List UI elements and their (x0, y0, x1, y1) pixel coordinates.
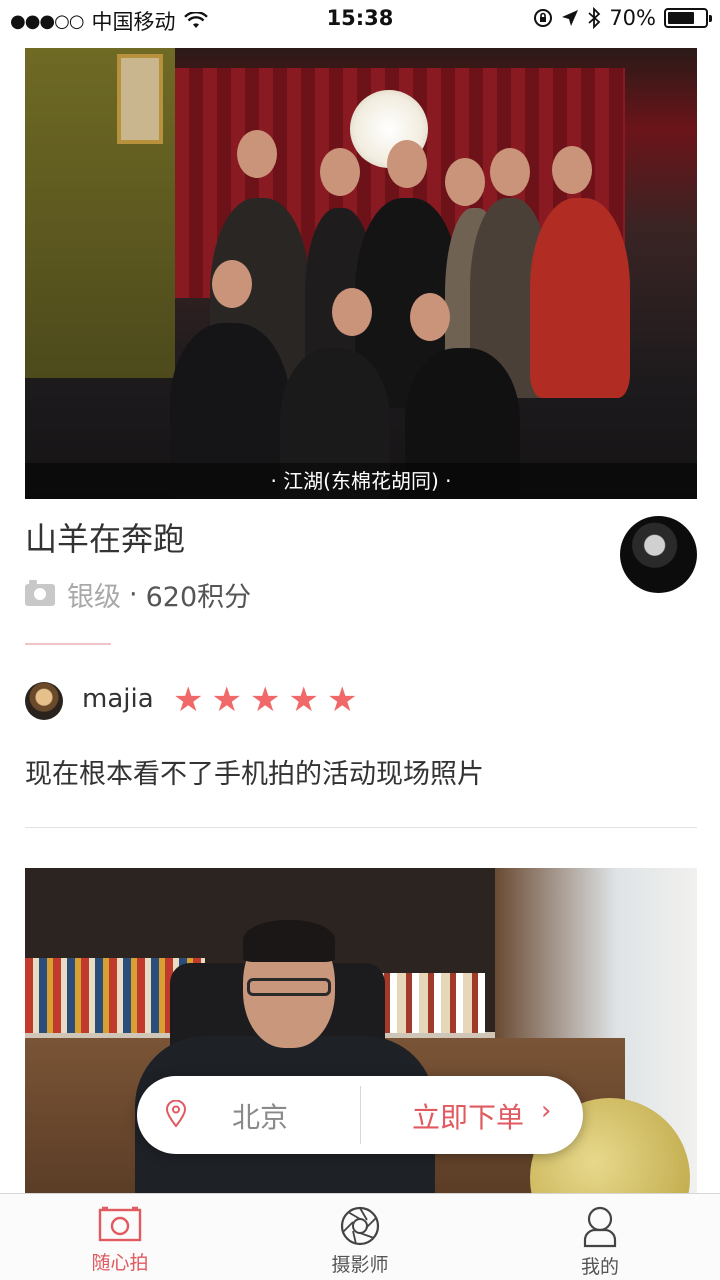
meta-separator: · (129, 579, 138, 610)
city-selector[interactable]: 北京 (232, 1096, 288, 1136)
star-icon: ★ (288, 680, 319, 720)
section-divider (25, 643, 111, 645)
battery-icon (664, 8, 712, 28)
tab-label: 我的 (580, 1256, 619, 1278)
location-pin-icon[interactable] (165, 1100, 187, 1128)
order-bar: 北京 立即下单 › (137, 1076, 583, 1154)
photographer-name[interactable]: 山羊在奔跑 (25, 514, 185, 560)
order-now-button[interactable]: 立即下单 (412, 1096, 524, 1136)
star-icon: ★ (173, 680, 204, 720)
camera-icon (25, 579, 55, 606)
order-bar-divider (360, 1086, 361, 1144)
photographer-level: 银级 (67, 582, 121, 613)
tab-photographers[interactable]: 摄影师 (280, 1194, 440, 1280)
chevron-right-icon: › (541, 1096, 552, 1126)
camera-frame-icon (98, 1206, 142, 1242)
rating-stars: ★ ★ ★ ★ ★ (173, 680, 357, 720)
status-bar: ●●●○○ 中国移动 15:38 70% (0, 0, 720, 38)
status-bar-right: 70% (533, 6, 712, 30)
card-divider (25, 827, 697, 828)
bluetooth-icon (588, 7, 601, 29)
event-photo[interactable]: · 江湖(东棉花胡同) · (25, 48, 697, 499)
location-arrow-icon (562, 10, 579, 26)
rotation-lock-icon (534, 9, 553, 27)
photographer-meta: 银级 · 620积分 (25, 575, 251, 614)
user-icon (583, 1206, 617, 1248)
reviewer-name: majia (82, 684, 154, 714)
review-text: 现在根本看不了手机拍的活动现场照片 (25, 759, 484, 790)
star-icon: ★ (249, 680, 281, 720)
tab-label: 随心拍 (91, 1252, 149, 1274)
tab-snapshot[interactable]: 随心拍 (40, 1194, 200, 1280)
star-icon: ★ (211, 680, 242, 720)
battery-percent: 70% (609, 6, 656, 30)
star-icon: ★ (326, 680, 358, 720)
photo-location-caption: · 江湖(东棉花胡同) · (25, 463, 697, 499)
photographer-points: 620积分 (145, 582, 252, 613)
tab-label: 摄影师 (331, 1254, 389, 1276)
tab-bar: 随心拍 摄影师 我的 (0, 1193, 720, 1280)
reviewer-avatar[interactable] (25, 682, 63, 720)
tab-mine[interactable]: 我的 (520, 1194, 680, 1280)
photographer-avatar[interactable] (620, 516, 697, 593)
aperture-icon (340, 1206, 380, 1246)
